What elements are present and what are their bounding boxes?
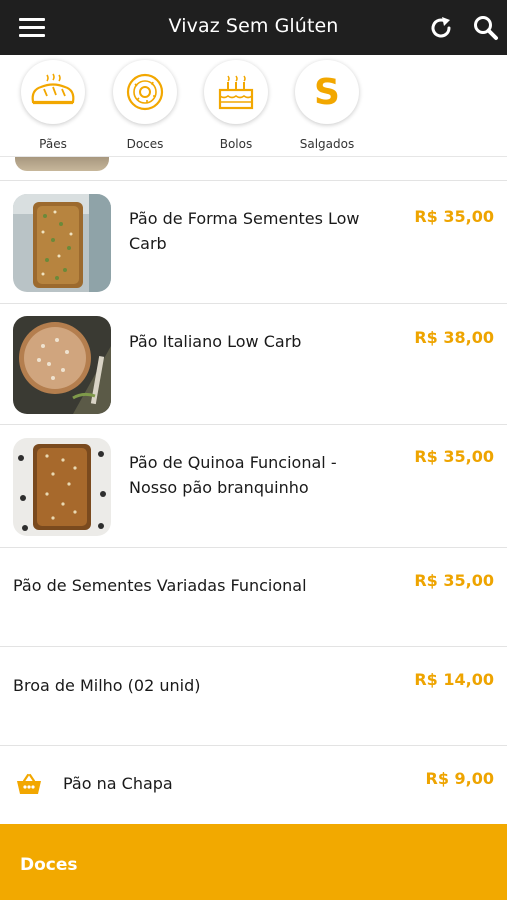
category-label: Pães (39, 137, 67, 151)
section-header-label: Doces (20, 855, 78, 875)
product-image (13, 316, 111, 414)
product-image (13, 438, 111, 536)
category-bar: Pães Doces Bolos S Salgados (0, 55, 507, 157)
category-doces[interactable]: Doces (110, 60, 180, 151)
product-price: R$ 9,00 (425, 769, 495, 788)
bread-icon (21, 60, 85, 124)
salgados-s-icon: S (295, 60, 359, 124)
category-label: Bolos (219, 137, 253, 151)
product-list[interactable]: Pão de Forma Sementes Low Carb R$ 35,00 … (0, 157, 507, 824)
donut-icon (113, 60, 177, 124)
product-name: Pão Italiano Low Carb (129, 332, 302, 351)
product-row[interactable]: Pão Italiano Low Carb R$ 38,00 (0, 303, 507, 424)
product-name-line2: Carb (129, 234, 167, 253)
category-label: Salgados (299, 137, 355, 151)
product-price: R$ 14,00 (414, 670, 494, 689)
cake-icon (204, 60, 268, 124)
product-name: Pão de Quinoa Funcional - (129, 453, 337, 472)
product-row[interactable]: Pão de Quinoa Funcional - Nosso pão bran… (0, 424, 507, 547)
refresh-icon[interactable] (427, 14, 455, 42)
section-header-doces[interactable]: Doces (0, 824, 507, 900)
search-icon[interactable] (472, 14, 500, 42)
product-name: Pão de Forma Sementes Low (129, 209, 360, 228)
product-image (13, 194, 111, 292)
top-app-bar: Vivaz Sem Glúten (0, 0, 507, 55)
product-row[interactable]: Broa de Milho (02 unid) R$ 14,00 (0, 646, 507, 745)
product-name-line2: Nosso pão branquinho (129, 478, 309, 497)
product-name: Broa de Milho (02 unid) (13, 676, 201, 695)
product-price: R$ 35,00 (414, 207, 494, 226)
product-price: R$ 38,00 (414, 328, 494, 347)
product-row[interactable]: Pão de Sementes Variadas Funcional R$ 35… (0, 547, 507, 646)
product-row[interactable]: Pão na Chapa R$ 9,00 (0, 745, 507, 824)
product-image-partial (15, 157, 109, 171)
category-paes[interactable]: Pães (18, 60, 88, 151)
product-price: R$ 35,00 (414, 447, 494, 466)
product-row[interactable]: Pão de Forma Sementes Low Carb R$ 35,00 (0, 180, 507, 303)
category-salgados[interactable]: S Salgados (292, 60, 362, 151)
basket-icon[interactable] (16, 772, 42, 796)
product-name: Pão de Sementes Variadas Funcional (13, 576, 307, 595)
product-name: Pão na Chapa (63, 774, 173, 793)
category-bolos[interactable]: Bolos (201, 60, 271, 151)
product-price: R$ 35,00 (414, 571, 494, 590)
category-label: Doces (126, 137, 164, 151)
